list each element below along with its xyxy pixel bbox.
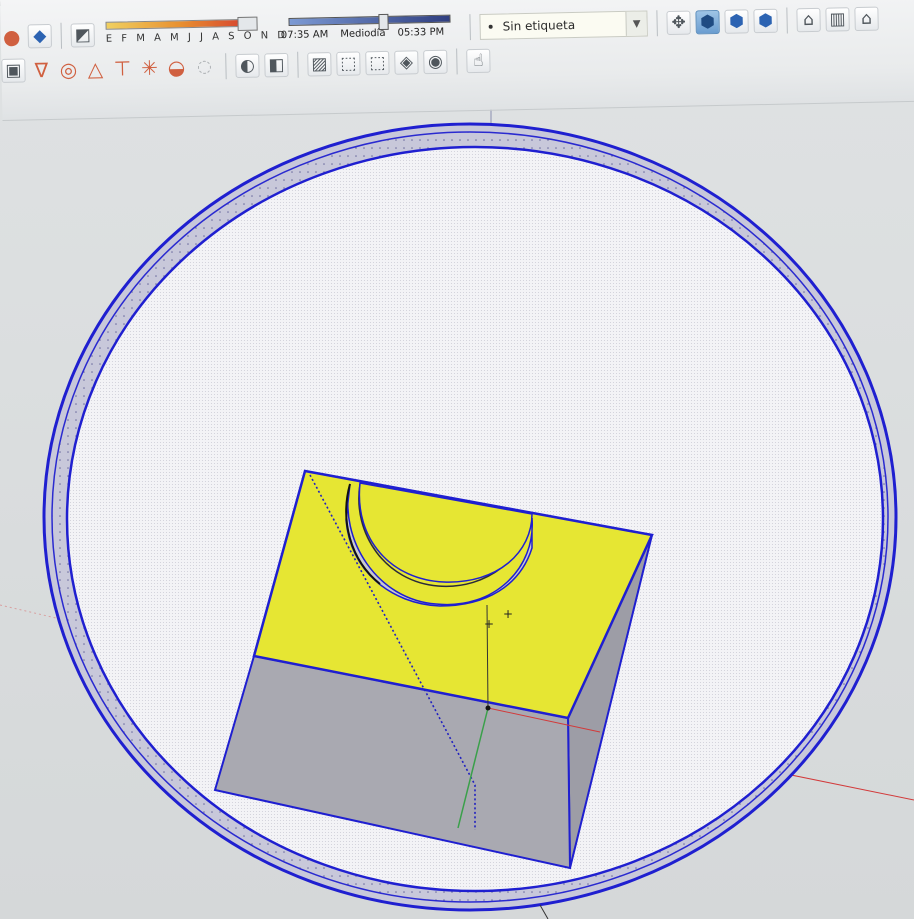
select-tool-icon[interactable]: ☝ bbox=[466, 48, 491, 74]
shadow-date-slider[interactable]: E F M A M J J A S O N D bbox=[101, 16, 288, 50]
time-end-label: 05:33 PM bbox=[397, 26, 445, 39]
drop-icon[interactable]: ◒ bbox=[165, 55, 187, 79]
textured-icon[interactable]: ◉ bbox=[423, 49, 448, 75]
wireframe-icon[interactable]: ⬚ bbox=[336, 51, 361, 76]
circle-target-icon[interactable]: ◎ bbox=[57, 57, 79, 81]
extension-icon[interactable]: ▥ bbox=[825, 7, 850, 32]
triangle-icon[interactable]: △ bbox=[84, 57, 106, 81]
tag-dot-icon bbox=[488, 24, 493, 29]
time-start-label: 07:35 AM bbox=[280, 29, 329, 42]
tag-dropdown[interactable]: Sin etiqueta ▼ bbox=[479, 10, 648, 40]
orbit-red-icon[interactable]: ● bbox=[1, 25, 23, 49]
chevron-down-icon[interactable]: ▼ bbox=[625, 11, 647, 36]
view-top-icon[interactable]: ⬢ bbox=[724, 9, 749, 34]
toolbar-separator bbox=[469, 14, 471, 41]
shaded-icon[interactable]: ◈ bbox=[394, 50, 419, 75]
warehouse-icon[interactable]: ⌂ bbox=[796, 7, 821, 33]
toolbar-area: ● ◆ ◩ E F M A M J J A S O N D 07:35 AM M… bbox=[0, 0, 914, 121]
sketchup-window: + + ● ◆ ◩ E F M A M J J A S O N D 07:35 … bbox=[0, 0, 914, 919]
months-label: E F M A M J J A S O N D bbox=[105, 29, 289, 45]
component-icon[interactable]: ◆ bbox=[27, 23, 53, 49]
position-camera-icon[interactable]: ✥ bbox=[666, 10, 691, 36]
origin-point bbox=[485, 705, 491, 711]
time-labels: 07:35 AM Mediodía 05:33 PM bbox=[281, 27, 445, 41]
toolbar-separator bbox=[456, 48, 458, 75]
time-mid-label: Mediodía bbox=[340, 27, 386, 40]
sun-icon[interactable]: ✳ bbox=[138, 56, 160, 80]
photo-match-icon[interactable]: ▣ bbox=[1, 58, 26, 83]
axis-dark-bottom bbox=[539, 904, 549, 919]
xray-icon[interactable]: ▨ bbox=[307, 52, 332, 77]
cursor-crosshair-1: + bbox=[484, 617, 494, 631]
cursor-crosshair-2: + bbox=[503, 607, 513, 621]
toolbar-separator bbox=[225, 53, 227, 80]
time-slider-track[interactable] bbox=[288, 14, 451, 26]
date-slider-track[interactable] bbox=[105, 18, 242, 30]
modeling-viewport[interactable]: + + bbox=[0, 0, 914, 919]
home-icon[interactable]: ⌂ bbox=[854, 6, 879, 32]
view-front-icon[interactable]: ⬢ bbox=[753, 8, 778, 34]
toolbar-separator bbox=[786, 7, 788, 34]
view-iso-icon[interactable]: ⬢ bbox=[695, 9, 720, 35]
toolbar-row-2: ▣ ∇ ◎ △ ⊤ ✳ ◒ ◌ ◐ ◧ ▨ ⬚ ⬚ ◈ ◉ ☝ bbox=[1, 48, 491, 84]
hidden-line-icon[interactable]: ⬚ bbox=[365, 50, 390, 76]
eraser-icon[interactable]: ◩ bbox=[70, 23, 96, 48]
toolbar-separator bbox=[656, 10, 658, 37]
toolbar-separator bbox=[60, 22, 63, 49]
fog-icon[interactable]: ◧ bbox=[264, 52, 289, 78]
shadow-time-slider[interactable]: 07:35 AM Mediodía 05:33 PM bbox=[278, 12, 461, 46]
toolbar-row-1: ● ◆ ◩ E F M A M J J A S O N D 07:35 AM M… bbox=[0, 4, 879, 52]
tag-selected-label: Sin etiqueta bbox=[502, 17, 576, 34]
toolbar-separator bbox=[297, 51, 299, 78]
date-slider-thumb[interactable] bbox=[237, 16, 258, 32]
funnel-icon[interactable]: ∇ bbox=[30, 58, 52, 82]
disabled-icon: ◌ bbox=[196, 56, 213, 77]
shadow-icon[interactable]: ◐ bbox=[235, 53, 260, 79]
tack-icon[interactable]: ⊤ bbox=[111, 56, 133, 80]
